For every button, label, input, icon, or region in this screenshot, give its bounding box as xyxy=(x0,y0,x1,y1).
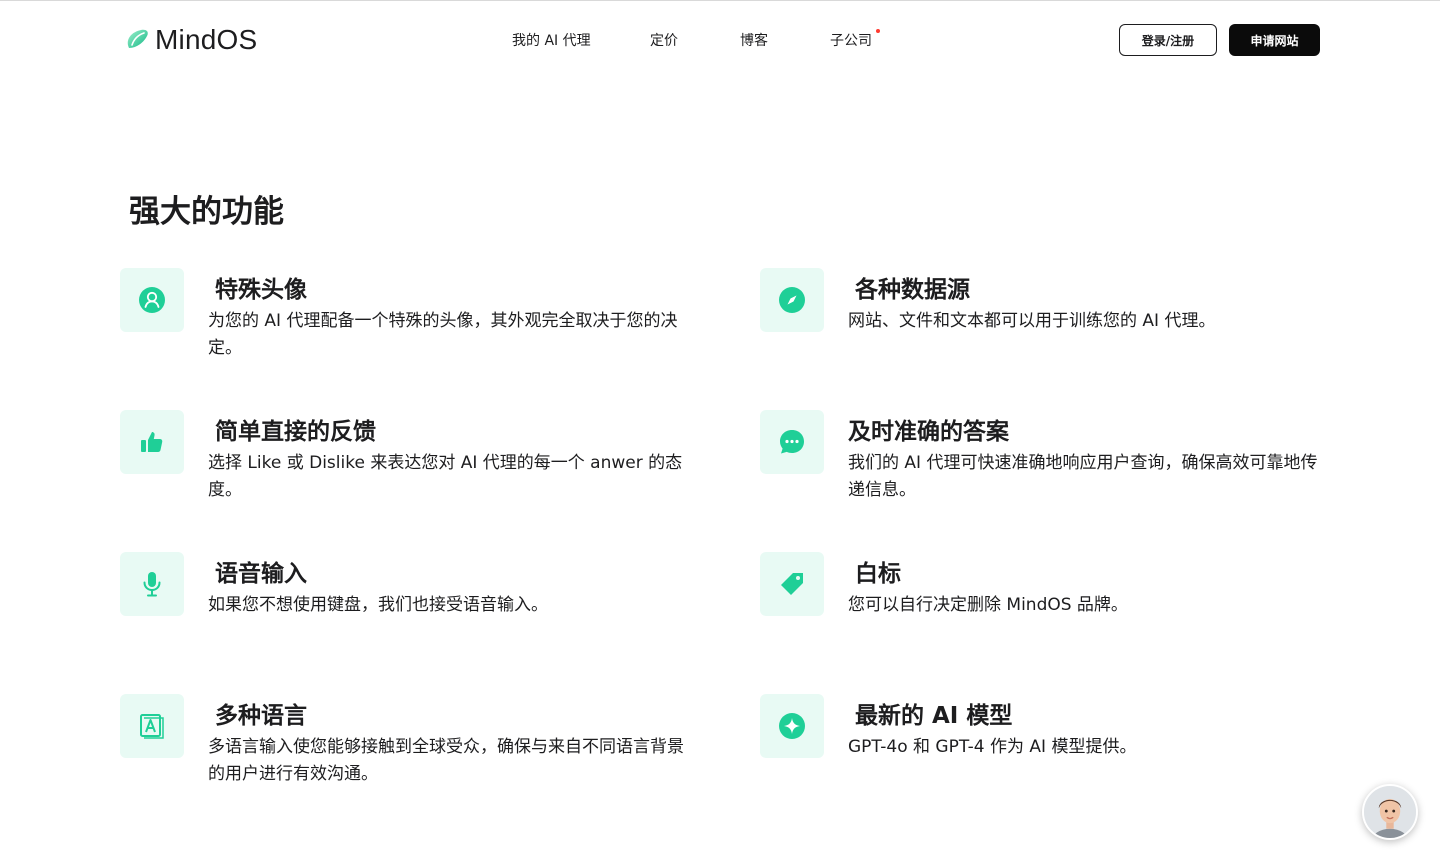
feature-icon-box xyxy=(760,268,824,332)
site-header: MindOS 我的 AI 代理 定价 博客 子公司 登录/注册 申请网站 xyxy=(0,1,1440,79)
feature-description: 如果您不想使用键盘，我们也接受语音输入。 xyxy=(208,595,548,615)
microphone-icon xyxy=(143,572,161,597)
feature-icon-box xyxy=(120,552,184,616)
feature-multi-language: 多种语言 多语言输入使您能够接触到全球受众，确保与来自不同语言背景的用户进行有效… xyxy=(120,694,700,794)
feature-title: 各种数据源 xyxy=(855,277,970,303)
feature-title: 特殊头像 xyxy=(215,277,307,303)
feature-description: 网站、文件和文本都可以用于训练您的 AI 代理。 xyxy=(848,311,1216,331)
feature-description: 我们的 AI 代理可快速准确地响应用户查询，确保高效可靠地传递信息。 xyxy=(848,453,1318,500)
apply-website-button[interactable]: 申请网站 xyxy=(1229,24,1320,56)
feature-description: 选择 Like 或 Dislike 来表达您对 AI 代理的每一个 anwer … xyxy=(208,453,683,500)
feature-voice-input: 语音输入 如果您不想使用键盘，我们也接受语音输入。 xyxy=(120,552,700,632)
feature-description: 多语言输入使您能够接触到全球受众，确保与来自不同语言背景的用户进行有效沟通。 xyxy=(208,737,684,784)
feature-icon-box xyxy=(760,552,824,616)
feature-latest-ai-model: 最新的 AI 模型 GPT-4o 和 GPT-4 作为 AI 模型提供。 xyxy=(760,694,1340,774)
thumbs-up-icon xyxy=(141,432,163,452)
nav-subsidiary-label: 子公司 xyxy=(830,33,872,49)
feature-timely-answers: 及时准确的答案 我们的 AI 代理可快速准确地响应用户查询，确保高效可靠地传递信… xyxy=(760,410,1340,510)
feature-simple-feedback: 简单直接的反馈 选择 Like 或 Dislike 来表达您对 AI 代理的每一… xyxy=(120,410,700,510)
feature-description: 您可以自行决定删除 MindOS 品牌。 xyxy=(848,595,1128,615)
feature-description: GPT-4o 和 GPT-4 作为 AI 模型提供。 xyxy=(848,737,1137,757)
compass-icon xyxy=(779,287,805,313)
login-register-button[interactable]: 登录/注册 xyxy=(1119,24,1217,56)
feature-title: 及时准确的答案 xyxy=(848,419,1009,445)
sparkle-icon xyxy=(779,713,805,739)
feature-title: 白标 xyxy=(855,561,901,587)
assistant-avatar-icon xyxy=(1364,786,1416,838)
feature-description: 为您的 AI 代理配备一个特殊的头像，其外观完全取决于您的决定。 xyxy=(208,311,678,358)
feature-icon-box xyxy=(120,268,184,332)
feature-icon-box xyxy=(120,694,184,758)
price-tag-icon xyxy=(781,573,803,595)
nav-my-ai-agent[interactable]: 我的 AI 代理 xyxy=(512,30,591,50)
chat-assistant-avatar-button[interactable] xyxy=(1362,784,1418,840)
nav-subsidiary[interactable]: 子公司 xyxy=(830,29,880,50)
user-avatar-icon xyxy=(139,287,165,313)
feature-special-avatar: 特殊头像 为您的 AI 代理配备一个特殊的头像，其外观完全取决于您的决定。 xyxy=(120,268,700,368)
chat-bubble-icon xyxy=(780,430,804,454)
notification-dot xyxy=(876,29,880,33)
feature-title: 语音输入 xyxy=(215,561,307,587)
nav-pricing[interactable]: 定价 xyxy=(650,30,678,50)
feature-title: 最新的 AI 模型 xyxy=(855,703,1013,729)
feature-icon-box xyxy=(760,410,824,474)
nav-blog[interactable]: 博客 xyxy=(740,30,768,50)
features-section-title: 强大的功能 xyxy=(129,194,284,230)
main-nav: 我的 AI 代理 定价 博客 子公司 xyxy=(0,1,1440,79)
feature-icon-box xyxy=(120,410,184,474)
feature-white-label: 白标 您可以自行决定删除 MindOS 品牌。 xyxy=(760,552,1340,632)
feature-title: 多种语言 xyxy=(215,703,307,729)
feature-title: 简单直接的反馈 xyxy=(215,419,376,445)
translate-icon xyxy=(140,714,164,739)
feature-data-sources: 各种数据源 网站、文件和文本都可以用于训练您的 AI 代理。 xyxy=(760,268,1340,368)
feature-icon-box xyxy=(760,694,824,758)
